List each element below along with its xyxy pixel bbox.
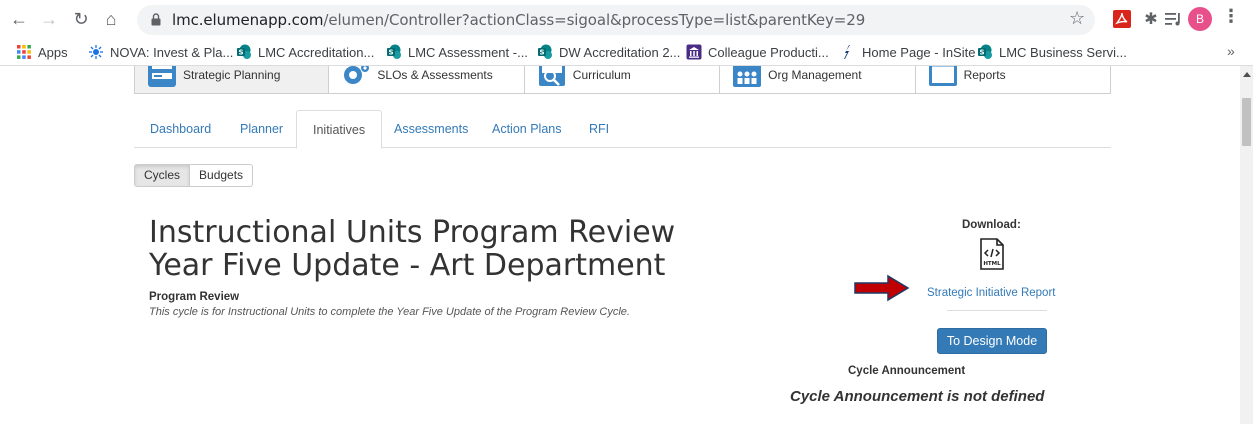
bookmark-apps[interactable]: Apps [16, 42, 68, 62]
reload-icon[interactable]: ↻ [68, 6, 94, 32]
module-label: Strategic Planning [183, 68, 281, 82]
subtab-cycles[interactable]: Cycles [134, 164, 191, 187]
browser-toolbar: ← → ↻ ⌂ lmc.elumenapp.com/elumen/Control… [0, 0, 1253, 38]
module-label: Reports [963, 68, 1006, 82]
bookmarks-bar: Apps NOVA: Invest & Pla... S LMC Accredi… [0, 38, 1253, 66]
media-queue-icon[interactable] [1163, 8, 1185, 30]
module-strategic-planning[interactable]: Strategic Planning [134, 66, 330, 94]
svg-text:S: S [539, 49, 544, 57]
bookmark-insite[interactable]: Home Page - InSite [840, 42, 975, 62]
extensions-puzzle-icon[interactable]: ✱ [1140, 8, 1162, 30]
module-curriculum[interactable]: Curriculum [524, 66, 721, 94]
sharepoint-icon: S [237, 44, 251, 59]
module-label: Org Management [768, 68, 862, 82]
bookmark-dw-accreditation[interactable]: S DW Accreditation 2... [537, 42, 680, 62]
slos-icon [344, 66, 370, 84]
strategic-initiative-report-link[interactable]: Strategic Initiative Report [927, 287, 1055, 299]
scroll-up-arrow-icon[interactable] [1243, 72, 1251, 77]
svg-text:S: S [238, 49, 243, 57]
curriculum-icon [538, 66, 565, 86]
cycle-description: This cycle is for Instructional Units to… [149, 306, 630, 318]
insite-icon [844, 45, 850, 59]
home-icon[interactable]: ⌂ [98, 6, 124, 32]
page-title: Instructional Units Program Review Year … [149, 216, 769, 282]
tab-action-plans[interactable]: Action Plans [476, 110, 577, 148]
tab-planner[interactable]: Planner [224, 110, 299, 148]
module-label: Curriculum [572, 68, 631, 82]
svg-text:S: S [388, 49, 393, 57]
sharepoint-icon: S [387, 44, 401, 59]
module-label: SLOs & Assessments [377, 68, 493, 82]
nova-icon [89, 45, 103, 59]
bookmark-lmc-business[interactable]: S LMC Business Servi... [977, 42, 1127, 62]
sharepoint-icon: S [538, 44, 552, 59]
page-content: Strategic Planning SLOs & Assessments Cu… [0, 66, 1240, 424]
module-nav: Strategic Planning SLOs & Assessments Cu… [134, 66, 1111, 94]
cycle-announcement-text: Cycle Announcement is not defined [790, 388, 1045, 405]
bookmark-star-icon[interactable]: ☆ [1069, 8, 1085, 29]
divider [947, 310, 1047, 311]
address-bar[interactable]: lmc.elumenapp.com/elumen/Controller?acti… [137, 5, 1095, 35]
tab-dashboard[interactable]: Dashboard [134, 110, 227, 148]
red-arrow-icon [854, 274, 910, 302]
strategic-planning-icon [148, 66, 176, 87]
subtab-budgets[interactable]: Budgets [190, 164, 254, 187]
reports-icon [928, 66, 957, 86]
tab-rfi[interactable]: RFI [573, 110, 625, 148]
bookmark-lmc-assessment[interactable]: S LMC Assessment -... [386, 42, 528, 62]
page-title-line2: Year Five Update - Art Department [149, 248, 666, 283]
url-text: lmc.elumenapp.com/elumen/Controller?acti… [172, 11, 866, 29]
scroll-thumb[interactable] [1242, 98, 1251, 146]
lock-icon [151, 13, 161, 26]
back-arrow-icon[interactable]: ← [6, 6, 32, 32]
to-design-mode-button[interactable]: To Design Mode [937, 328, 1047, 354]
module-slos-assessments[interactable]: SLOs & Assessments [329, 66, 525, 94]
profile-avatar[interactable]: B [1188, 7, 1212, 31]
tab-assessments[interactable]: Assessments [378, 110, 484, 148]
bookmark-nova[interactable]: NOVA: Invest & Pla... [88, 42, 233, 62]
html-file-icon[interactable]: HTML [979, 238, 1005, 270]
cycle-announcement-label: Cycle Announcement [848, 365, 966, 377]
cycle-type-label: Program Review [149, 291, 240, 303]
module-org-management[interactable]: Org Management [720, 66, 916, 94]
acrobat-extension-icon[interactable] [1111, 8, 1133, 30]
org-management-icon [733, 66, 762, 87]
apps-grid-icon [17, 45, 31, 59]
browser-menu-icon[interactable]: ⋮ [1222, 6, 1240, 27]
sub-tabs: Cycles Budgets [134, 164, 254, 187]
html-icon-text: HTML [983, 261, 1001, 267]
svg-text:S: S [979, 49, 984, 57]
module-reports[interactable]: Reports [915, 66, 1111, 94]
bookmarks-overflow-icon[interactable]: » [1227, 43, 1235, 59]
bookmark-colleague[interactable]: Colleague Producti... [686, 42, 829, 62]
colleague-icon [686, 44, 702, 60]
tab-initiatives[interactable]: Initiatives [296, 110, 383, 149]
page-title-line1: Instructional Units Program Review [149, 215, 676, 250]
bookmark-lmc-accreditation[interactable]: S LMC Accreditation... [236, 42, 374, 62]
forward-arrow-icon[interactable]: → [36, 6, 62, 32]
download-label: Download: [962, 219, 1021, 231]
primary-tabs: Dashboard Planner Initiatives Assessment… [134, 110, 1111, 149]
sharepoint-icon: S [978, 44, 992, 59]
vertical-scrollbar[interactable] [1240, 66, 1253, 424]
